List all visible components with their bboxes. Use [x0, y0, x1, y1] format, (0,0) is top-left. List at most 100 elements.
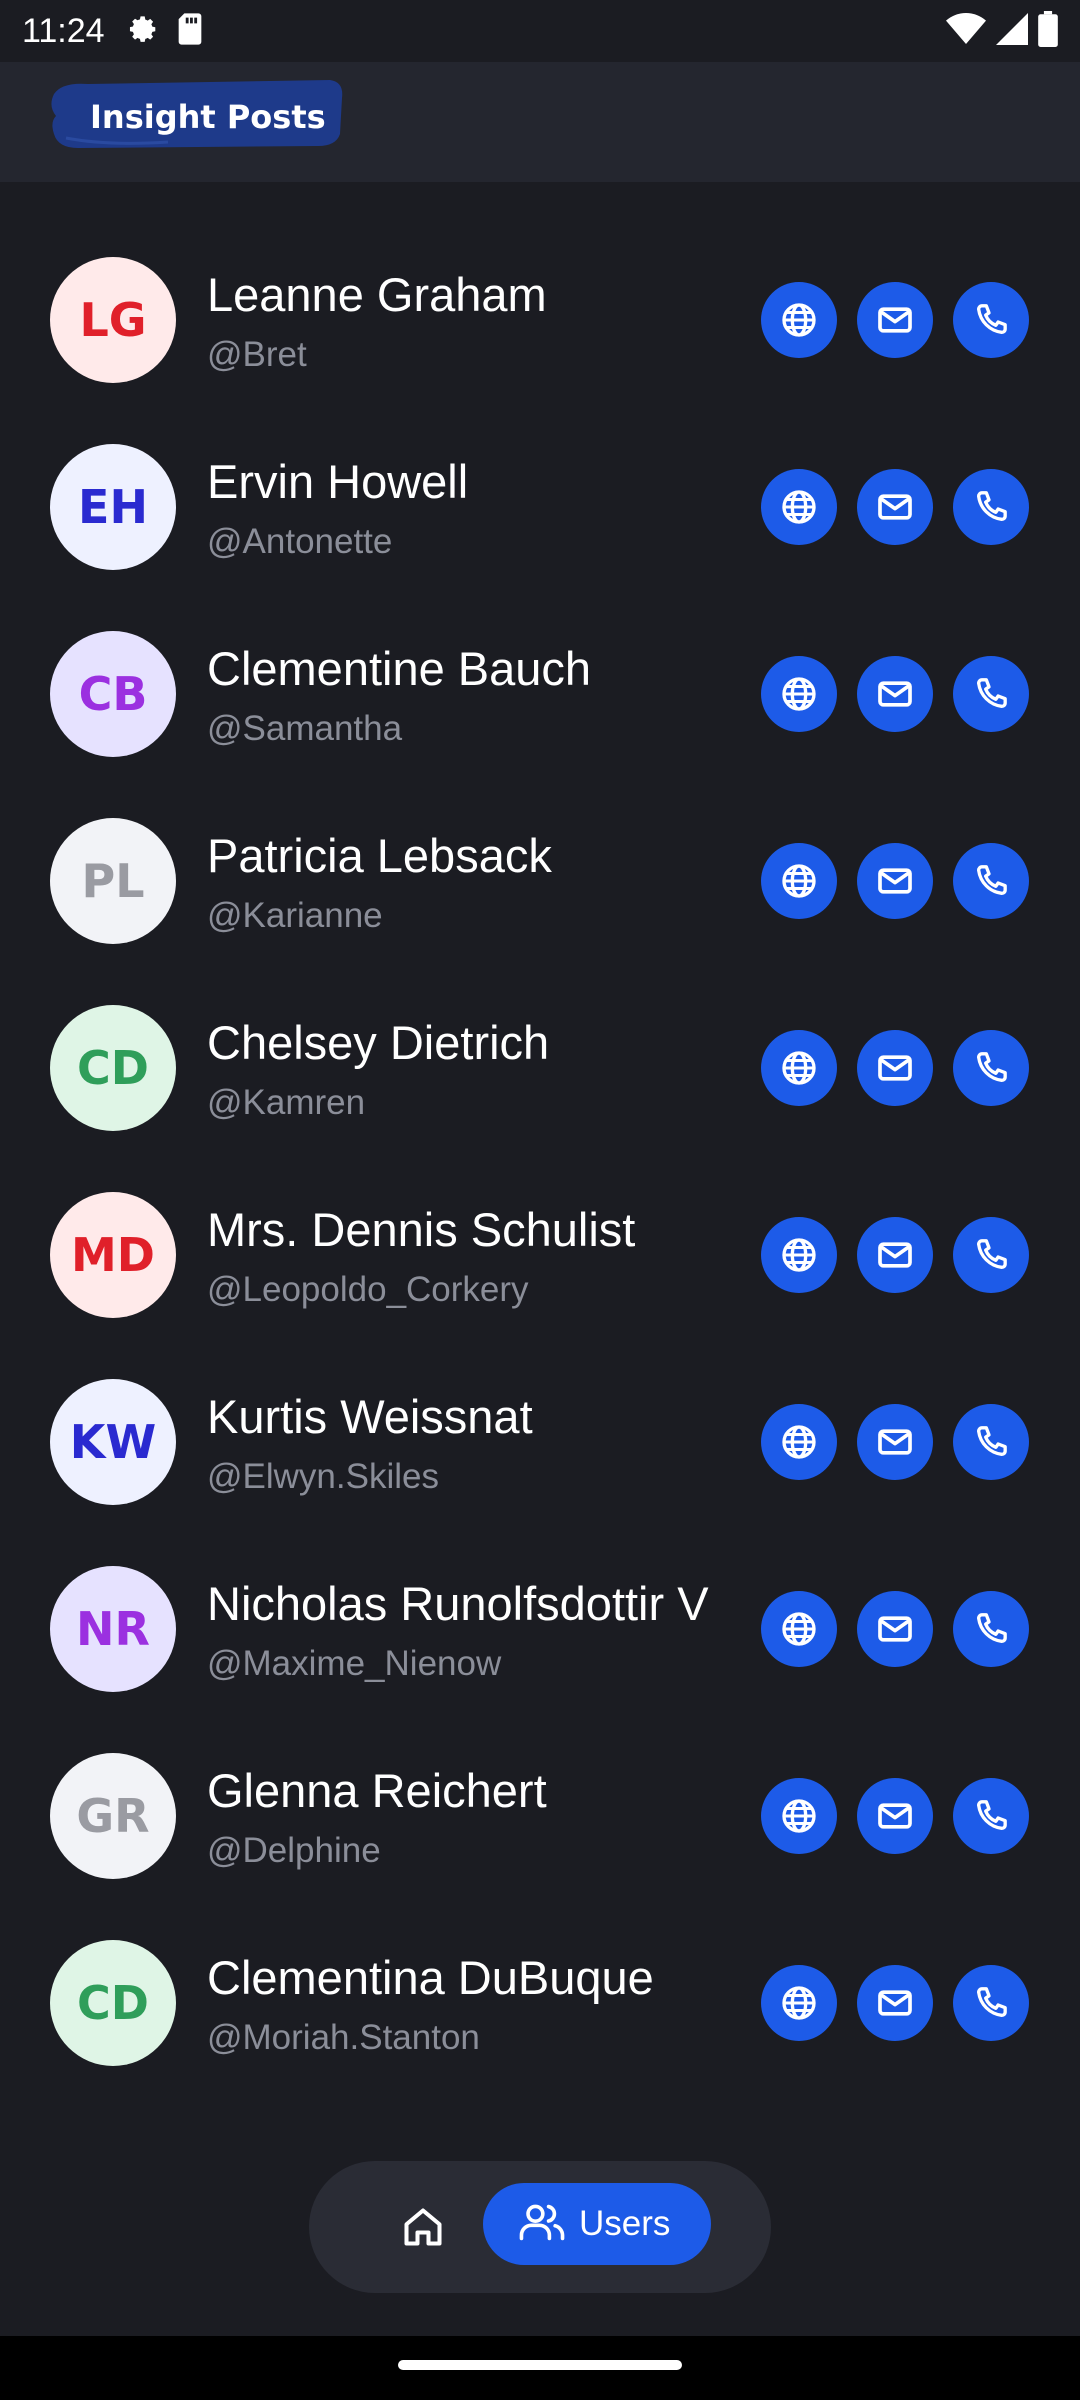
user-name: Kurtis Weissnat [207, 1390, 533, 1443]
call-button[interactable] [953, 1030, 1029, 1106]
user-row[interactable]: CD Chelsey Dietrich @Kamren [0, 1005, 1080, 1192]
nav-home-button[interactable] [401, 2205, 445, 2249]
phone-icon [971, 1422, 1011, 1462]
user-handle: @Elwyn.Skiles [207, 1457, 439, 1496]
email-button[interactable] [857, 656, 933, 732]
gesture-handle[interactable] [398, 2360, 682, 2370]
email-button[interactable] [857, 282, 933, 358]
user-list: LG Leanne Graham @Bret EH Ervin Howell @Anton… [0, 257, 1080, 2127]
user-name: Chelsey Dietrich [207, 1016, 550, 1069]
user-row[interactable]: NR Nicholas Runolfsdottir V @Maxime_Nienow [0, 1566, 1080, 1753]
email-button[interactable] [857, 1404, 933, 1480]
avatar: CB [50, 631, 176, 757]
user-handle: @Antonette [207, 522, 393, 561]
system-gesture-area [0, 2336, 1080, 2400]
nav-users-tab[interactable]: Users [483, 2183, 711, 2265]
home-icon [401, 2208, 445, 2253]
user-row[interactable]: KW Kurtis Weissnat @Elwyn.Skiles [0, 1379, 1080, 1566]
user-handle: @Delphine [207, 1831, 381, 1870]
phone-icon [971, 487, 1011, 527]
call-button[interactable] [953, 1778, 1029, 1854]
user-handle: @Leopoldo_Corkery [207, 1270, 529, 1309]
phone-icon [971, 300, 1011, 340]
website-button[interactable] [761, 1404, 837, 1480]
website-button[interactable] [761, 1778, 837, 1854]
website-button[interactable] [761, 1591, 837, 1667]
email-button[interactable] [857, 1591, 933, 1667]
email-button[interactable] [857, 1217, 933, 1293]
globe-icon [779, 674, 819, 714]
mail-icon [875, 1609, 915, 1649]
email-button[interactable] [857, 1030, 933, 1106]
call-button[interactable] [953, 656, 1029, 732]
call-button[interactable] [953, 1217, 1029, 1293]
avatar: MD [50, 1192, 176, 1318]
signal-icon [996, 12, 1028, 51]
user-row[interactable]: CD Clementina DuBuque @Moriah.Stanton [0, 1940, 1080, 2127]
mail-icon [875, 487, 915, 527]
phone-icon [971, 674, 1011, 714]
mail-icon [875, 300, 915, 340]
website-button[interactable] [761, 843, 837, 919]
call-button[interactable] [953, 282, 1029, 358]
avatar: PL [50, 818, 176, 944]
user-row[interactable]: MD Mrs. Dennis Schulist @Leopoldo_Corkery [0, 1192, 1080, 1379]
website-button[interactable] [761, 282, 837, 358]
user-handle: @Moriah.Stanton [207, 2018, 480, 2057]
bottom-nav: Users [309, 2161, 771, 2293]
user-handle: @Karianne [207, 896, 383, 935]
call-button[interactable] [953, 1404, 1029, 1480]
call-button[interactable] [953, 1965, 1029, 2041]
mail-icon [875, 674, 915, 714]
phone-icon [971, 1983, 1011, 2023]
website-button[interactable] [761, 1965, 837, 2041]
avatar: CD [50, 1940, 176, 2066]
app-logo[interactable]: Insight Posts [48, 76, 348, 152]
mail-icon [875, 1235, 915, 1275]
email-button[interactable] [857, 469, 933, 545]
mail-icon [875, 1048, 915, 1088]
user-row[interactable]: CB Clementine Bauch @Samantha [0, 631, 1080, 818]
settings-icon [123, 10, 161, 53]
user-row[interactable]: EH Ervin Howell @Antonette [0, 444, 1080, 631]
avatar: KW [50, 1379, 176, 1505]
users-icon [519, 2202, 565, 2247]
website-button[interactable] [761, 1217, 837, 1293]
call-button[interactable] [953, 469, 1029, 545]
user-name: Clementina DuBuque [207, 1951, 654, 2004]
user-row[interactable]: GR Glenna Reichert @Delphine [0, 1753, 1080, 1940]
avatar: NR [50, 1566, 176, 1692]
avatar: CD [50, 1005, 176, 1131]
status-bar: 11:24 [0, 0, 1080, 62]
user-row[interactable]: PL Patricia Lebsack @Karianne [0, 818, 1080, 1005]
user-handle: @Samantha [207, 709, 403, 748]
globe-icon [779, 1422, 819, 1462]
email-button[interactable] [857, 1778, 933, 1854]
user-handle: @Bret [207, 335, 307, 374]
user-name: Leanne Graham [207, 268, 547, 321]
website-button[interactable] [761, 656, 837, 732]
call-button[interactable] [953, 1591, 1029, 1667]
battery-icon [1038, 10, 1058, 52]
call-button[interactable] [953, 843, 1029, 919]
phone-icon [971, 861, 1011, 901]
email-button[interactable] [857, 843, 933, 919]
mail-icon [875, 1796, 915, 1836]
user-name: Ervin Howell [207, 455, 469, 508]
website-button[interactable] [761, 469, 837, 545]
app-title: Insight Posts [90, 98, 326, 136]
website-button[interactable] [761, 1030, 837, 1106]
user-row[interactable]: LG Leanne Graham @Bret [0, 257, 1080, 444]
avatar: GR [50, 1753, 176, 1879]
email-button[interactable] [857, 1965, 933, 2041]
globe-icon [779, 1983, 819, 2023]
phone-icon [971, 1796, 1011, 1836]
user-name: Patricia Lebsack [207, 829, 552, 882]
sim-card-icon [175, 12, 205, 51]
phone-icon [971, 1609, 1011, 1649]
wifi-icon [946, 12, 986, 51]
user-handle: @Kamren [207, 1083, 366, 1122]
nav-users-label: Users [579, 2204, 671, 2243]
user-name: Glenna Reichert [207, 1764, 547, 1817]
mail-icon [875, 1422, 915, 1462]
